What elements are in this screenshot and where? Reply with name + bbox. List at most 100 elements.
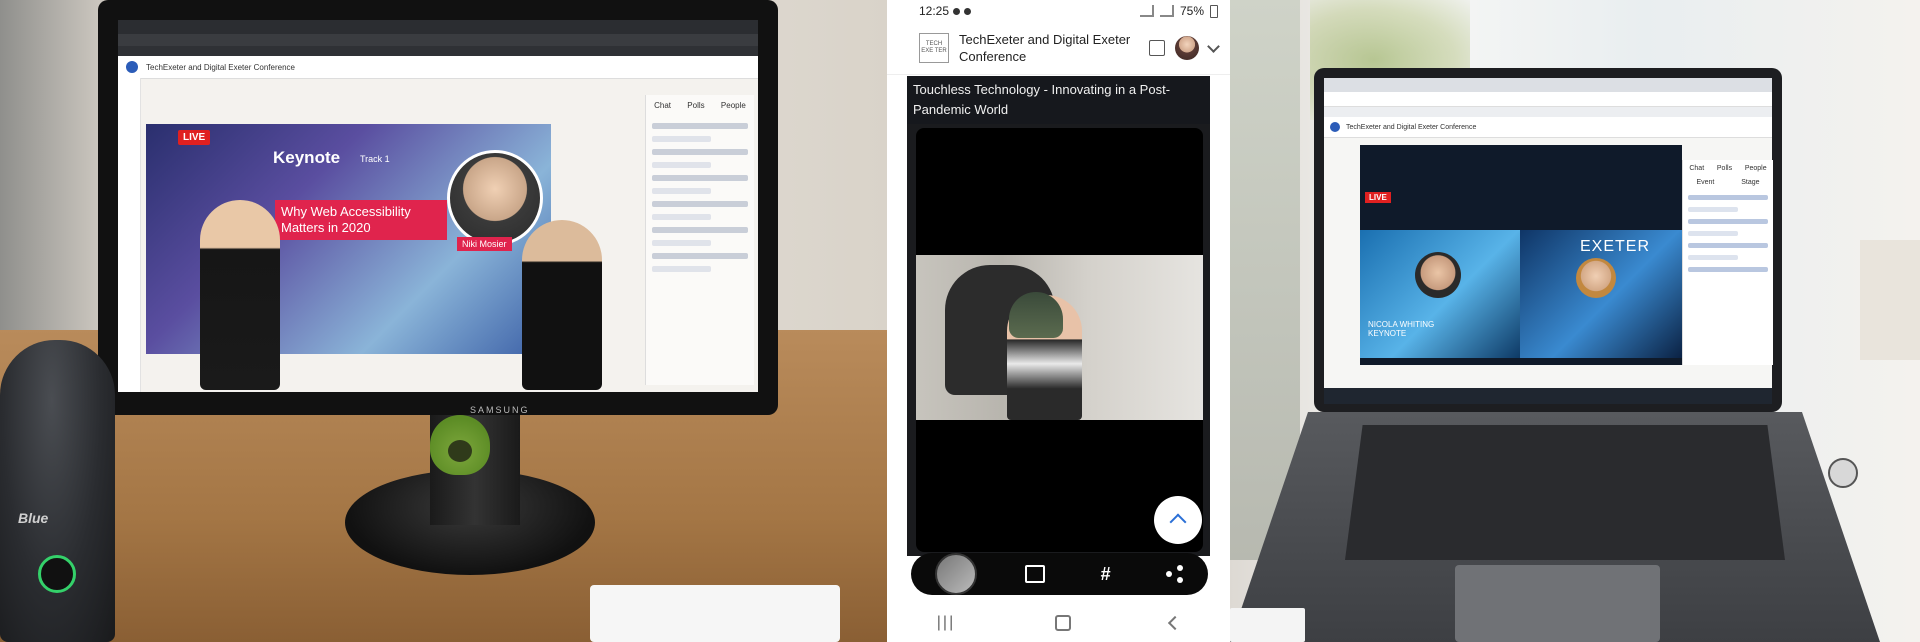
chat-message — [652, 149, 748, 155]
notification-icon — [953, 7, 961, 15]
people-tab: People — [1744, 165, 1767, 172]
chat-message — [652, 201, 748, 207]
calendar-icon[interactable] — [1149, 40, 1165, 56]
chat-message — [652, 188, 712, 194]
app-header: TechExeter and Digital Exeter Conference — [118, 56, 758, 79]
sticker — [1230, 608, 1305, 642]
crop-icon[interactable] — [1025, 565, 1046, 583]
microphone — [0, 340, 115, 642]
avocado-face — [448, 440, 472, 462]
chat-panel: Chat Polls People Event Stage — [1682, 160, 1773, 365]
conference-logo-icon — [1330, 122, 1340, 132]
chat-tab: Chat — [1689, 165, 1705, 172]
polls-tab: Polls — [1716, 165, 1733, 172]
notification-icon — [964, 7, 972, 15]
session-title: Touchless Technology - Innovating in a P… — [907, 76, 1210, 124]
chat-message — [652, 175, 748, 181]
back-button[interactable] — [1168, 615, 1183, 630]
chat-tab: Chat — [654, 101, 672, 110]
power-button — [1828, 458, 1858, 488]
presenter-thumbnail-icon[interactable] — [935, 553, 978, 595]
chat-message — [1688, 243, 1768, 248]
browser-url-bar — [118, 34, 758, 46]
chevron-up-icon — [1169, 513, 1187, 531]
monitor-brand-label: SAMSUNG — [470, 405, 530, 415]
presenter-left — [200, 200, 280, 390]
status-bar: 12:25 75% — [887, 0, 1230, 22]
conference-logo-icon — [126, 61, 138, 73]
chat-message — [652, 240, 712, 246]
speaker-name: Niki Mosier — [457, 237, 512, 251]
browser-tab-strip — [1324, 78, 1772, 92]
recents-button[interactable]: ||| — [937, 614, 955, 632]
home-button[interactable] — [1054, 614, 1071, 631]
speaker-role: KEYNOTE — [1368, 329, 1407, 338]
live-badge: LIVE — [178, 130, 211, 145]
app-title: TechExeter and Digital Exeter Conference — [146, 62, 295, 72]
wifi-icon — [1139, 5, 1154, 17]
chat-message — [652, 162, 712, 168]
chat-message — [1688, 207, 1738, 212]
speaker-face — [1415, 252, 1461, 298]
chevron-down-icon[interactable] — [1207, 39, 1220, 53]
trackpad — [1455, 565, 1660, 642]
app-header: TechExeter and Digital Exeter Conference — [1324, 117, 1772, 138]
app-sidebar — [118, 78, 141, 392]
chat-message — [652, 214, 712, 220]
chat-message — [652, 266, 712, 272]
browser-url-bar — [1324, 92, 1772, 107]
hash-icon[interactable]: # — [1094, 564, 1118, 585]
chat-message — [1688, 267, 1768, 272]
event-tab: Event — [1696, 179, 1715, 186]
keyboard — [1345, 425, 1785, 560]
presenter-hair — [1009, 292, 1063, 338]
chat-message — [1688, 255, 1738, 260]
chat-panel: Chat Polls People — [645, 95, 754, 385]
conference-name: TechExeter and Digital Exeter Conference — [959, 32, 1131, 64]
people-tab: People — [720, 101, 746, 110]
exeter-banner: EXETER — [1580, 238, 1651, 255]
talk-title: Why Web Accessibility Matters in 2020 — [275, 200, 447, 240]
speaker-name: NICOLA WHITING — [1368, 320, 1435, 329]
app-header: TECH EXE TER TechExeter and Digital Exet… — [887, 22, 1230, 75]
battery-icon — [1210, 4, 1218, 18]
microphone-brand: Blue — [18, 510, 49, 526]
signal-icon — [1159, 5, 1174, 17]
stage-tabs: Event Stage — [1683, 177, 1773, 188]
app-title: TechExeter and Digital Exeter Conference — [1346, 123, 1477, 131]
browser-tab-strip — [118, 20, 758, 34]
phone-screenshot: 12:25 75% TECH EXE TER TechExeter and Di… — [887, 0, 1230, 642]
chat-message — [1688, 195, 1768, 200]
speaker-nameplate: NICOLA WHITING KEYNOTE — [1368, 320, 1434, 338]
slide-heading: Keynote — [273, 148, 341, 167]
system-nav-bar: ||| — [887, 603, 1230, 642]
user-avatar[interactable] — [1175, 36, 1199, 60]
presenter-right — [522, 220, 602, 390]
cardboard-box — [1860, 240, 1920, 360]
chat-message — [1688, 231, 1738, 236]
chat-tabs: Chat Polls People — [646, 95, 754, 116]
scroll-to-top-button[interactable] — [1154, 496, 1202, 544]
laptop-photo: TechExeter and Digital Exeter Conference… — [1230, 0, 1920, 642]
guest-face — [1576, 258, 1616, 298]
microphone-mute-ring — [38, 555, 76, 593]
polls-tab: Polls — [687, 101, 705, 110]
white-box — [590, 585, 840, 642]
bookmarks-bar — [118, 46, 758, 56]
track-label: Track 1 — [360, 154, 390, 164]
share-icon[interactable] — [1165, 565, 1184, 583]
windows-taskbar — [1324, 388, 1772, 404]
conference-logo[interactable]: TECH EXE TER — [919, 33, 949, 63]
battery-level: 75% — [1179, 4, 1204, 18]
chat-tabs: Chat Polls People — [1683, 160, 1773, 177]
bookmarks-bar — [1324, 107, 1772, 117]
stage-tab: Stage — [1741, 179, 1760, 186]
chat-message — [652, 136, 712, 142]
status-time: 12:25 — [919, 4, 950, 18]
chat-message — [652, 227, 748, 233]
chat-message — [652, 123, 748, 129]
live-badge: LIVE — [1365, 192, 1391, 203]
monitor-photo: TechExeter and Digital Exeter Conference… — [0, 0, 887, 642]
chat-message — [1688, 219, 1768, 224]
bottom-toolbar: # — [911, 553, 1208, 595]
